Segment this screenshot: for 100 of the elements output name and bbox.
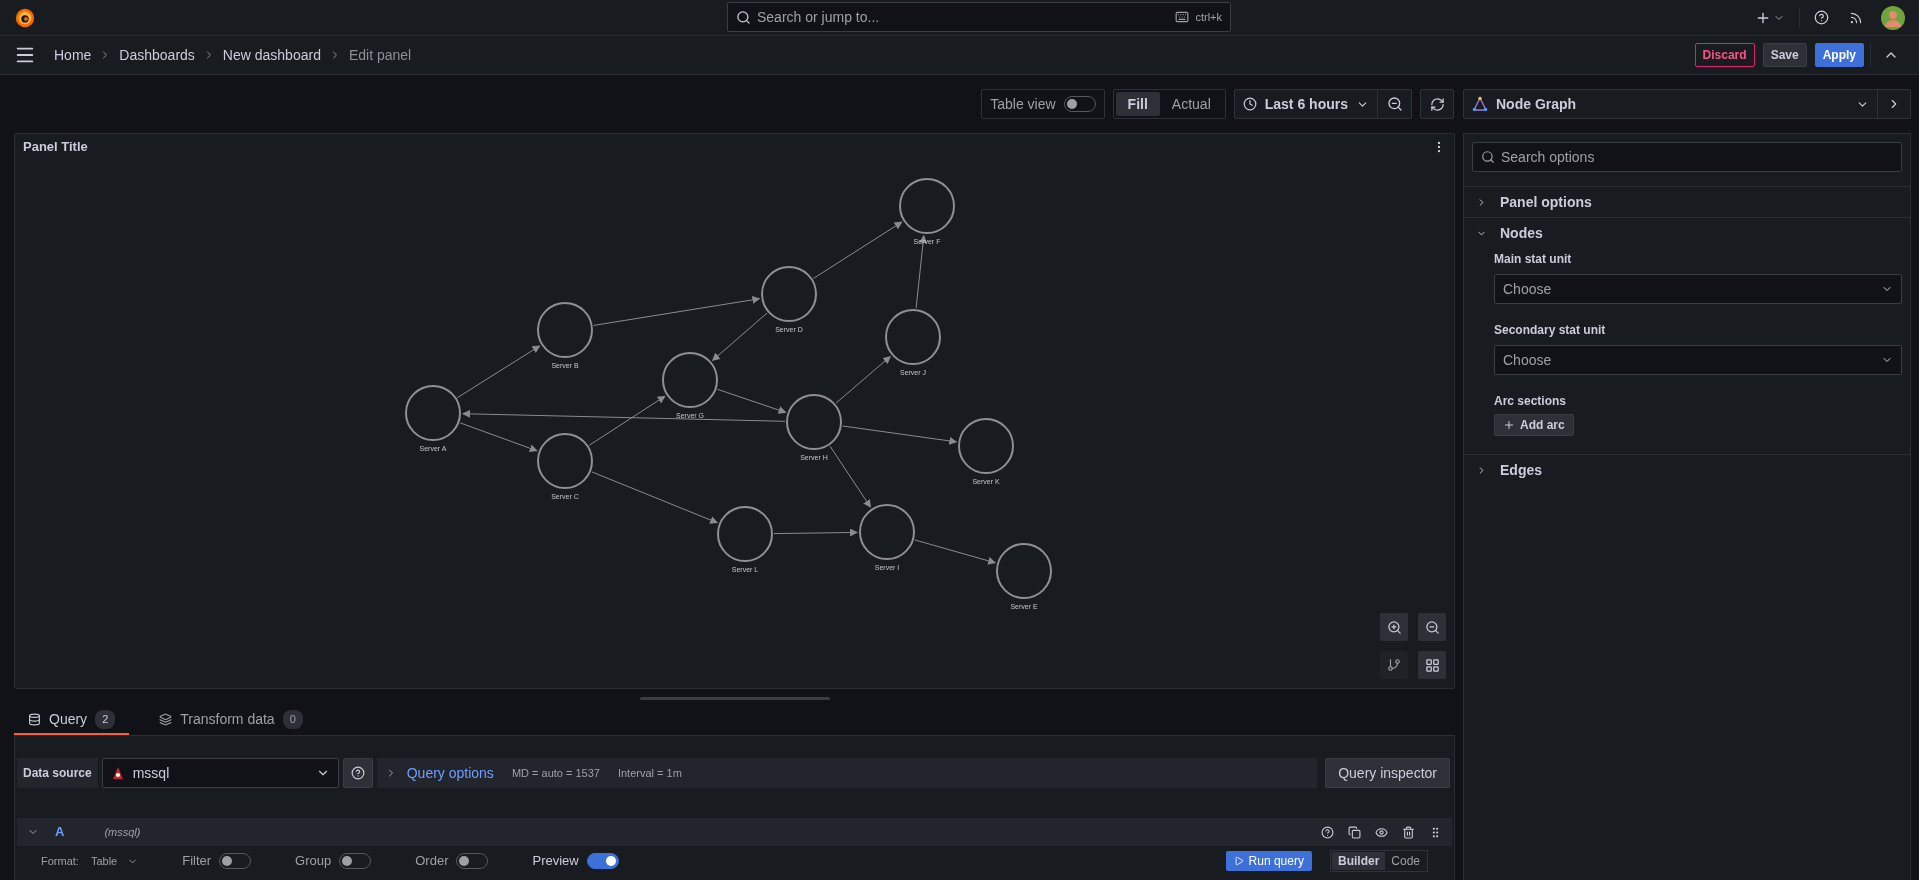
toggle-label: Order (415, 852, 449, 871)
breadcrumb-link[interactable]: Home (54, 44, 92, 66)
grid-view-button[interactable] (1418, 651, 1446, 679)
news-feed-icon[interactable] (1849, 10, 1863, 25)
node-circle[interactable] (761, 266, 817, 322)
edge-arrow (835, 355, 891, 404)
node-circle[interactable] (405, 385, 461, 441)
unit-select[interactable]: Choose (1494, 345, 1902, 375)
query-inspector-button[interactable]: Query inspector (1325, 758, 1450, 788)
toggle-switch[interactable] (586, 853, 619, 869)
node-graph-icon (1472, 96, 1488, 112)
section-title: Panel options (1500, 192, 1592, 212)
delete-icon[interactable] (1402, 825, 1415, 839)
toggle-label: Filter (182, 852, 212, 871)
search-placeholder: Search options (1501, 147, 1595, 167)
keyboard-icon (1175, 10, 1190, 24)
duplicate-icon[interactable] (1348, 825, 1361, 839)
toggle-label: Table view (990, 94, 1056, 114)
query-tab[interactable]: Transform data 0 (145, 706, 317, 735)
action-button[interactable]: Save (1762, 43, 1807, 67)
tab-label: Query (49, 710, 88, 729)
grid-icon (1424, 657, 1440, 673)
query-source: (mssql) (104, 824, 141, 840)
panel-title: Panel Title (23, 138, 88, 157)
help-button[interactable] (342, 758, 373, 788)
refresh-icon (1429, 96, 1445, 112)
section-header[interactable]: Nodes (1464, 218, 1910, 248)
zoom-in-icon (1386, 619, 1402, 635)
node-circle[interactable] (786, 394, 842, 450)
visualization-name: Node Graph (1496, 94, 1577, 114)
data-source-value: mssql (132, 763, 171, 783)
data-source-picker[interactable]: mssql (101, 758, 339, 788)
plus-icon (1503, 419, 1515, 431)
field-label: Secondary stat unit (1494, 322, 1607, 339)
zoom-out-button[interactable] (1418, 613, 1446, 641)
tab-label: Transform data (180, 710, 275, 729)
zoom-in-button[interactable] (1380, 613, 1408, 641)
editor-mode-option[interactable]: Code (1385, 852, 1426, 870)
data-source-label: Data source (17, 758, 98, 788)
shortcut-label: ctrl+k (1195, 9, 1222, 25)
section-header[interactable]: Edges (1464, 455, 1910, 485)
toggle-label: Group (295, 852, 332, 871)
zoom-out-button[interactable] (1378, 89, 1412, 119)
node-circle[interactable] (662, 352, 718, 408)
breadcrumb-link[interactable]: Dashboards (119, 44, 195, 66)
select-placeholder: Choose (1503, 279, 1553, 299)
add-arc-button[interactable]: Add arc (1494, 414, 1574, 436)
field-label: Main stat unit (1494, 251, 1573, 268)
section-title: Nodes (1500, 223, 1543, 243)
format-select[interactable]: Table (90, 852, 139, 870)
breadcrumb-link[interactable]: New dashboard (222, 44, 321, 66)
search-icon (736, 9, 751, 25)
node-circle[interactable] (537, 433, 593, 489)
search-placeholder: Search or jump to... (757, 7, 880, 27)
clock-icon (1242, 97, 1257, 111)
time-range-picker[interactable]: Last 6 hours (1233, 89, 1378, 119)
field-label: Arc sections (1494, 393, 1568, 410)
node-circle[interactable] (958, 418, 1014, 474)
run-query-button[interactable]: Run query (1225, 851, 1312, 871)
node-circle[interactable] (859, 504, 915, 560)
avatar-icon[interactable] (1881, 5, 1905, 30)
logo-icon[interactable] (14, 6, 36, 29)
fill-mode-option[interactable]: Fill (1115, 92, 1160, 116)
action-button[interactable]: Discard (1694, 43, 1755, 67)
help-icon[interactable] (1321, 825, 1334, 839)
play-icon (1233, 856, 1244, 866)
select-placeholder: Choose (1503, 350, 1553, 370)
time-range-label: Last 6 hours (1264, 94, 1348, 114)
branch-icon (1387, 658, 1401, 672)
node-circle[interactable] (996, 543, 1052, 599)
count-badge: 0 (282, 710, 303, 729)
zoom-out-icon (1424, 619, 1440, 635)
help-icon (350, 766, 365, 780)
section-title: Edges (1500, 460, 1542, 480)
max-data-points: MD = auto = 1537 (511, 765, 600, 781)
fill-mode-option[interactable]: Actual (1159, 92, 1223, 116)
search-field[interactable]: Search or jump to... ctrl+k (727, 2, 1231, 32)
refresh-button[interactable] (1420, 89, 1454, 119)
node-circle[interactable] (899, 178, 955, 234)
transform-icon (159, 713, 173, 726)
interval-info: Interval = 1m (617, 765, 682, 781)
query-options-link[interactable]: Query options (406, 762, 494, 784)
editor-mode-option[interactable]: Builder (1331, 852, 1386, 870)
resize-handle[interactable] (639, 696, 830, 700)
zoom-out-icon (1386, 96, 1403, 112)
database-icon (28, 713, 41, 726)
section-header[interactable]: Panel options (1464, 187, 1910, 217)
visibility-icon[interactable] (1375, 825, 1388, 839)
action-button[interactable]: Apply (1814, 43, 1864, 67)
node-circle[interactable] (537, 302, 593, 358)
node-circle[interactable] (717, 506, 773, 562)
format-label: Format: (41, 853, 79, 869)
unit-select[interactable]: Choose (1494, 274, 1902, 304)
search-options-field[interactable]: Search options (1472, 142, 1902, 172)
layout-button[interactable] (1380, 651, 1408, 679)
node-circle[interactable] (885, 309, 941, 365)
visualization-picker[interactable]: Node Graph (1463, 89, 1911, 119)
table-view-toggle[interactable]: Table view (981, 89, 1105, 119)
help-icon[interactable] (1814, 10, 1829, 25)
count-badge: 2 (95, 710, 116, 729)
